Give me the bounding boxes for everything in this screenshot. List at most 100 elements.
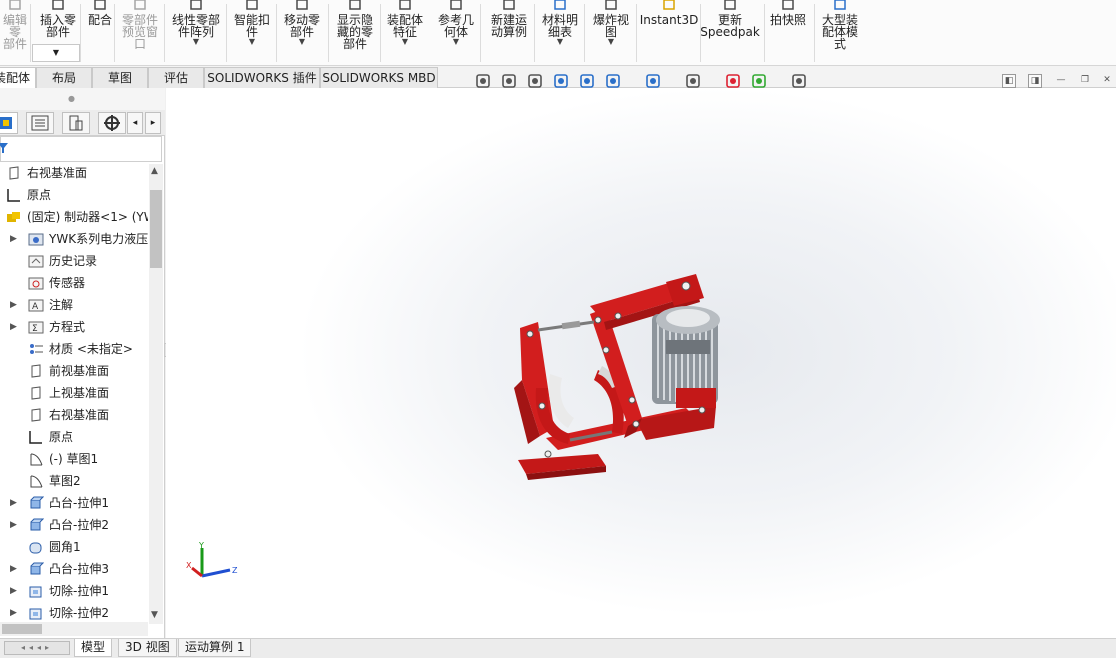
tree-item[interactable]: ▶ A 注解 — [0, 294, 148, 316]
new-motion-study-icon — [503, 0, 515, 10]
history-icon — [28, 255, 44, 268]
h-scroll-thumb[interactable] — [2, 624, 42, 634]
reference-geometry-button[interactable]: 参考几 何体 ▼ — [432, 0, 480, 66]
triad-x-label: X — [186, 561, 192, 570]
expand-arrow[interactable]: ▶ — [10, 602, 22, 624]
tree-item[interactable]: (固定) 制动器<1> (YW — [0, 206, 148, 228]
expand-arrow[interactable]: ▶ — [10, 228, 22, 250]
insert-component-dropdown[interactable]: ▼ — [32, 44, 80, 62]
graphics-viewport[interactable]: Y Z X — [166, 88, 1116, 638]
tree-item-label: 圆角1 — [49, 540, 81, 554]
window-tile-left-button[interactable]: ◧ — [1002, 74, 1016, 88]
tree-item[interactable]: 上视基准面 — [0, 382, 148, 404]
tree-item[interactable]: ▶ 切除-拉伸2 — [0, 602, 148, 624]
dropdown-arrow[interactable]: ▼ — [608, 38, 614, 46]
tab-scroll-arrows[interactable]: ◂◂◂▸ — [4, 641, 70, 655]
large-assembly-button[interactable]: 大型装 配体模 式 — [816, 0, 864, 66]
exploded-view-button[interactable]: 爆炸视 图 ▼ — [588, 0, 634, 66]
move-component-button[interactable]: 移动零 部件 ▼ — [278, 0, 326, 66]
ribbon-button-label: 参考几 何体 — [437, 13, 474, 39]
tree-item[interactable]: ▶ 凸台-拉伸2 — [0, 514, 148, 536]
dropdown-arrow[interactable]: ▼ — [453, 38, 459, 46]
expand-arrow[interactable]: ▶ — [10, 558, 22, 580]
tree-item[interactable]: 右视基准面 — [0, 164, 148, 184]
assembly-features-button[interactable]: 装配体 特征 ▼ — [382, 0, 428, 66]
scroll-up-arrow[interactable]: ▲ — [151, 166, 158, 176]
ribbon-button-label: 爆炸视 图 — [592, 13, 629, 39]
bottom-tab-2[interactable]: 运动算例 1 — [178, 639, 252, 657]
new-motion-study-button[interactable]: 新建运 动算例 — [484, 0, 534, 66]
expand-arrow[interactable]: ▶ — [10, 492, 22, 514]
tree-item[interactable]: 原点 — [0, 184, 148, 206]
dropdown-arrow[interactable]: ▼ — [557, 38, 563, 46]
tree-item[interactable]: 右视基准面 — [0, 404, 148, 426]
instant3d-button[interactable]: Instant3D — [640, 0, 698, 66]
dropdown-arrow[interactable]: ▼ — [193, 38, 199, 46]
dropdown-arrow[interactable]: ▼ — [249, 38, 255, 46]
tab-0[interactable]: 装配体 — [0, 67, 36, 88]
window-tile-right-button[interactable]: ◨ — [1028, 74, 1042, 88]
tree-item[interactable]: ▶ 切除-拉伸1 — [0, 580, 148, 602]
assembly-features-icon — [399, 0, 411, 10]
tree-item-label: (固定) 制动器<1> (YW — [27, 210, 148, 224]
tree-item[interactable]: 材质 <未指定> — [0, 338, 148, 360]
panel-grip[interactable]: ● — [0, 88, 165, 110]
update-speedpak-button[interactable]: 更新 Speedpak — [700, 0, 760, 66]
tree-item-label: 历史记录 — [49, 254, 98, 268]
restore-button[interactable]: ❐ — [1078, 74, 1092, 88]
close-button[interactable]: ✕ — [1100, 74, 1114, 88]
tree-horizontal-scrollbar[interactable] — [0, 622, 148, 636]
scroll-thumb[interactable] — [150, 190, 162, 268]
tree-vertical-scrollbar[interactable]: ▲ ▼ — [149, 164, 163, 624]
sensor-icon — [28, 277, 44, 290]
snapshot-button[interactable]: 拍快照 — [766, 0, 810, 66]
tree-item[interactable]: 原点 — [0, 426, 148, 448]
tab-1[interactable]: 布局 — [36, 67, 92, 88]
tree-filter-bar[interactable] — [0, 136, 162, 162]
dropdown-arrow[interactable]: ▼ — [402, 38, 408, 46]
smart-fasteners-button[interactable]: 智能扣 件 ▼ — [230, 0, 274, 66]
snapshot-icon — [782, 0, 794, 10]
plane-icon — [9, 166, 19, 180]
expand-arrow[interactable]: ▶ — [10, 580, 22, 602]
panel-tab-prev[interactable]: ◂ — [127, 112, 143, 134]
dimxpert-tab[interactable] — [98, 112, 126, 134]
tree-item[interactable]: ▶ 凸台-拉伸1 — [0, 492, 148, 514]
linear-pattern-button[interactable]: 线性零部 件阵列 ▼ — [168, 0, 224, 66]
property-manager-tab[interactable] — [26, 112, 54, 134]
ribbon-separator — [164, 4, 165, 62]
expand-arrow[interactable]: ▶ — [10, 294, 22, 316]
expand-arrow[interactable]: ▶ — [10, 316, 22, 338]
tab-4[interactable]: SOLIDWORKS 插件 — [204, 67, 320, 88]
bottom-tab-0[interactable]: 模型 — [74, 639, 113, 657]
edit-component-button[interactable]: 编辑零 部件 — [0, 0, 30, 66]
tree-item[interactable]: (-) 草图1 — [0, 448, 148, 470]
tree-item[interactable]: 传感器 — [0, 272, 148, 294]
tree-item[interactable]: 前视基准面 — [0, 360, 148, 382]
mate-button[interactable]: 配合 — [84, 0, 116, 66]
feature-manager-tab[interactable] — [0, 112, 18, 134]
ribbon-button-label: 拍快照 — [769, 13, 806, 27]
origin-icon — [29, 431, 42, 444]
panel-tab-next[interactable]: ▸ — [145, 112, 161, 134]
expand-arrow[interactable]: ▶ — [10, 514, 22, 536]
tree-item[interactable]: ▶ YWK系列电力液压 — [0, 228, 148, 250]
minimize-button[interactable]: — — [1054, 74, 1068, 88]
tab-3[interactable]: 评估 — [148, 67, 204, 88]
tree-item[interactable]: ▶ 凸台-拉伸3 — [0, 558, 148, 580]
tab-5[interactable]: SOLIDWORKS MBD — [320, 67, 438, 88]
bottom-tab-1[interactable]: 3D 视图 — [118, 639, 177, 657]
dropdown-arrow[interactable]: ▼ — [299, 38, 305, 46]
show-hidden-button[interactable]: 显示隐 藏的零 部件 — [330, 0, 380, 66]
tree-item[interactable]: 圆角1 — [0, 536, 148, 558]
ribbon-button-label: 更新 Speedpak — [700, 13, 760, 39]
component-preview-button[interactable]: 零部件 预览窗 口 — [118, 0, 162, 66]
scroll-down-arrow[interactable]: ▼ — [151, 610, 158, 620]
tree-item-label: 右视基准面 — [27, 166, 88, 180]
bom-button[interactable]: 材料明 细表 ▼ — [536, 0, 584, 66]
tab-2[interactable]: 草图 — [92, 67, 148, 88]
tree-item[interactable]: ▶ Σ 方程式 — [0, 316, 148, 338]
tree-item[interactable]: 草图2 — [0, 470, 148, 492]
configuration-manager-tab[interactable] — [62, 112, 90, 134]
tree-item[interactable]: 历史记录 — [0, 250, 148, 272]
